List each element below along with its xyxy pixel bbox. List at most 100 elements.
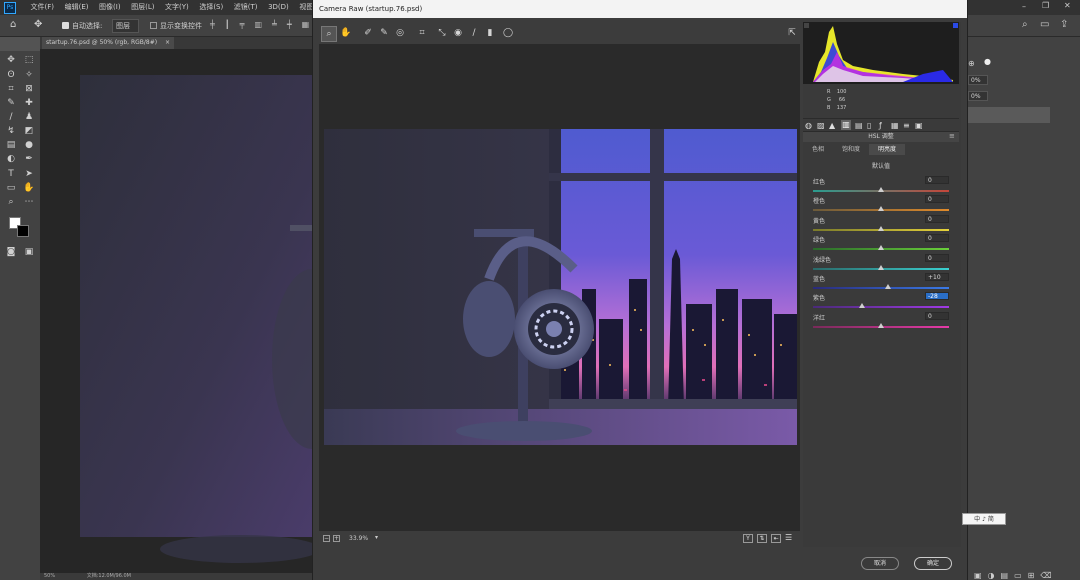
search-icon[interactable]: ⌕ [1022, 19, 1028, 30]
path-select-icon[interactable]: ➤ [23, 168, 35, 180]
zoom-in-icon[interactable]: + [333, 535, 340, 542]
hand-icon[interactable]: ✋ [23, 182, 35, 194]
hsl-panel-icon[interactable]: ▥ [841, 120, 851, 130]
zoom-icon[interactable]: ⌕ [5, 196, 17, 208]
opacity-field[interactable]: 0% [968, 75, 988, 85]
adjustment-brush-icon[interactable]: ∕ [467, 26, 481, 40]
preferences-icon[interactable]: ☰ [785, 533, 792, 542]
slider-track[interactable] [813, 306, 949, 309]
crop-tool-icon[interactable]: ⌗ [415, 26, 429, 40]
spot-removal-icon[interactable]: ⤡ [435, 26, 449, 40]
eraser-icon[interactable]: ◩ [23, 125, 35, 137]
blur-icon[interactable]: ● [23, 139, 35, 151]
dodge-icon[interactable]: ◐ [5, 153, 17, 165]
panel-dot-icon[interactable]: ● [984, 57, 991, 66]
menu-filter[interactable]: 滤镜(T) [234, 0, 258, 15]
menu-layer[interactable]: 图层(L) [131, 0, 154, 15]
fullscreen-icon[interactable]: ⇱ [785, 26, 799, 40]
camera-raw-preview[interactable] [319, 44, 800, 531]
document-tab-close-icon[interactable]: × [165, 39, 170, 46]
more-tools-icon[interactable]: ⋯ [23, 196, 35, 208]
panel-lock-icon[interactable]: ⊕ [968, 59, 975, 68]
detail-panel-icon[interactable]: ▲ [829, 121, 835, 130]
workspace-icon[interactable]: ▭ [1040, 19, 1049, 30]
document-tab[interactable]: startup.76.psd @ 50% (rgb, RGB/8#) × [42, 37, 175, 49]
fill-field[interactable]: 0% [968, 91, 988, 101]
home-icon[interactable]: ⌂ [10, 19, 16, 30]
slider-value-field[interactable]: 0 [925, 195, 949, 204]
lens-correction-icon[interactable]: ▯ [867, 121, 871, 130]
basic-panel-icon[interactable]: ◍ [805, 121, 812, 130]
zoom-out-icon[interactable]: − [323, 535, 330, 542]
slider-thumb[interactable] [878, 187, 884, 192]
move-icon[interactable]: ✥ [5, 54, 17, 66]
lasso-icon[interactable]: ʘ [5, 69, 17, 81]
slider-value-field[interactable]: +10 [925, 273, 949, 281]
eyedropper-icon[interactable]: ✎ [5, 97, 17, 109]
subtab-saturation[interactable]: 饱和度 [833, 144, 869, 155]
targeted-adjust-icon[interactable]: ◎ [393, 26, 407, 40]
layer-row[interactable] [966, 107, 1050, 123]
slider-value-field[interactable]: -28 [925, 292, 949, 301]
type-icon[interactable]: T [5, 168, 17, 180]
color-sampler-icon[interactable]: ✎ [377, 26, 391, 40]
slider-value-field[interactable]: 0 [925, 234, 949, 243]
graduated-filter-icon[interactable]: ▮ [483, 26, 497, 40]
show-transform-checkbox[interactable] [150, 22, 157, 29]
slider-value-field[interactable]: 0 [925, 176, 949, 184]
calibration-icon[interactable]: ▦ [891, 121, 899, 130]
share-icon[interactable]: ⇪ [1060, 19, 1068, 30]
slider-thumb[interactable] [878, 245, 884, 251]
screen-mode-icon[interactable]: ▣ [23, 246, 35, 258]
healing-icon[interactable]: ✚ [23, 97, 35, 109]
tone-curve-icon[interactable]: ▨ [817, 121, 825, 130]
split-toning-icon[interactable]: ▤ [855, 121, 863, 130]
close-window-icon[interactable]: ✕ [1064, 1, 1071, 10]
zoom-dropdown-icon[interactable]: ▾ [375, 534, 378, 541]
panel-menu-icon[interactable]: ≡ [949, 132, 955, 140]
copy-settings-icon[interactable]: ⇤ [771, 534, 781, 543]
slider-value-field[interactable]: 0 [925, 214, 949, 223]
stamp-icon[interactable]: ♟ [23, 111, 35, 123]
auto-select-checkbox[interactable] [62, 22, 69, 29]
rectangle-icon[interactable]: ▭ [5, 182, 17, 194]
fx-panel-icon[interactable]: ƒ [879, 121, 882, 130]
white-balance-icon[interactable]: ✐ [361, 26, 375, 40]
presets-icon[interactable]: ≡ [903, 121, 910, 130]
slider-thumb[interactable] [858, 303, 865, 309]
slider-track[interactable] [813, 287, 949, 289]
restore-icon[interactable]: ❐ [1042, 1, 1049, 10]
quick-mask-icon[interactable]: ◙ [5, 246, 17, 258]
zoom-tool-icon[interactable]: ⌕ [321, 26, 337, 42]
highlight-clipping-icon[interactable] [953, 23, 958, 28]
slider-thumb[interactable] [878, 264, 884, 270]
slider-value-field[interactable]: 0 [925, 311, 949, 320]
layer-actions-icons[interactable]: ▣◑▤▭⊞⌫ [974, 571, 1058, 580]
slider-thumb[interactable] [878, 206, 884, 212]
slider-value-field[interactable]: 0 [925, 253, 949, 262]
menu-type[interactable]: 文字(Y) [165, 0, 189, 15]
menu-3d[interactable]: 3D(D) [268, 0, 289, 15]
subtab-hue[interactable]: 色相 [803, 144, 833, 155]
slider-thumb[interactable] [884, 284, 891, 289]
document-zoom[interactable]: 50% [44, 573, 55, 579]
brush-icon[interactable]: ∕ [5, 111, 17, 123]
slider-thumb[interactable] [878, 225, 884, 231]
move-tool-icon[interactable]: ✥ [34, 19, 42, 30]
menu-image[interactable]: 图像(I) [99, 0, 121, 15]
layer-select-dropdown[interactable]: 图层 [112, 19, 139, 33]
minimize-icon[interactable]: – [1022, 2, 1026, 11]
ok-button[interactable]: 确定 [914, 557, 952, 570]
document-canvas[interactable] [40, 49, 312, 573]
hand-tool-icon[interactable]: ✋ [339, 26, 353, 40]
default-link[interactable]: 默认值 [803, 161, 959, 170]
pen-icon[interactable]: ✒ [23, 153, 35, 165]
magic-wand-icon[interactable]: ✧ [23, 69, 35, 81]
menu-edit[interactable]: 编辑(E) [65, 0, 89, 15]
snapshots-icon[interactable]: ▣ [915, 121, 923, 130]
swap-settings-icon[interactable]: ⇅ [757, 534, 767, 543]
cancel-button[interactable]: 取消 [861, 557, 899, 570]
history-brush-icon[interactable]: ↯ [5, 125, 17, 137]
menu-select[interactable]: 选择(S) [199, 0, 223, 15]
subtab-luminance[interactable]: 明亮度 [869, 144, 905, 155]
